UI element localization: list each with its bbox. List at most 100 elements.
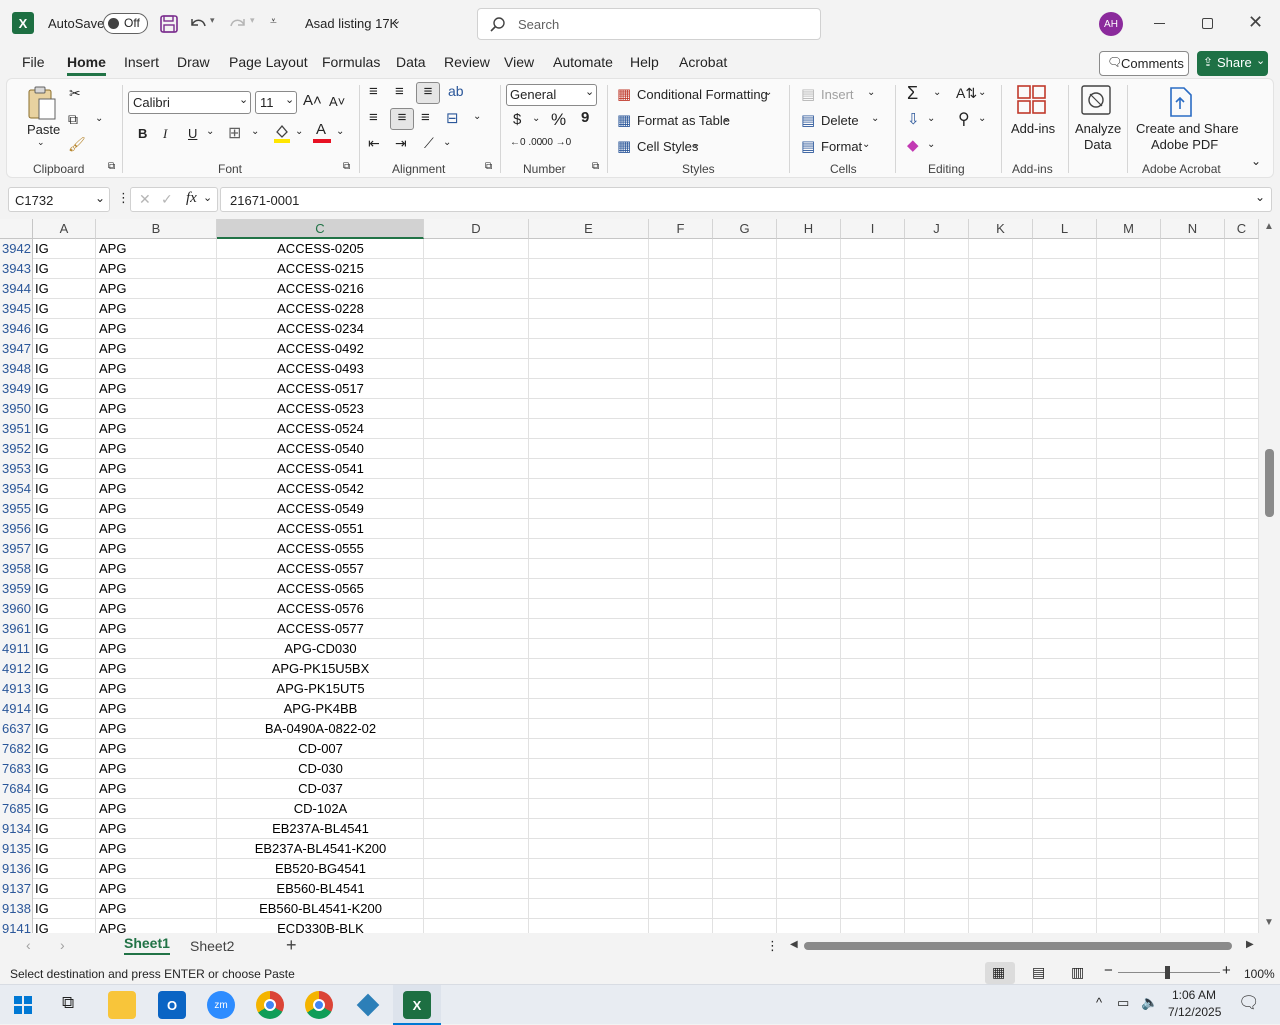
cell-a[interactable]: IG (35, 879, 95, 899)
cell-b[interactable]: APG (99, 699, 215, 719)
column-header[interactable]: H (777, 219, 841, 239)
column-header[interactable]: F (649, 219, 713, 239)
row-number[interactable]: 7684 (0, 779, 33, 799)
cell-styles-button[interactable]: Cell Styles (637, 139, 698, 154)
format-as-table-dropdown-icon[interactable]: ⌄ (722, 113, 730, 124)
cell-styles-dropdown-icon[interactable]: ⌄ (692, 139, 700, 150)
row-number[interactable]: 3956 (0, 519, 33, 539)
cell-b[interactable]: APG (99, 659, 215, 679)
customize-qat-icon[interactable]: ⩡ (270, 14, 277, 29)
text-angle-icon[interactable]: ⟋ (424, 135, 434, 152)
scroll-thumb[interactable] (1265, 449, 1274, 517)
currency-button[interactable]: $ (513, 111, 521, 128)
row-number[interactable]: 3957 (0, 539, 33, 559)
expand-formula-icon[interactable]: ⌄ (1255, 190, 1265, 204)
table-row[interactable]: 3950 IG APG ACCESS-0523 (0, 399, 1258, 419)
cell-c[interactable]: BA-0490A-0822-02 (217, 719, 424, 739)
cell-b[interactable]: APG (99, 519, 215, 539)
cell-b[interactable]: APG (99, 479, 215, 499)
cell-a[interactable]: IG (35, 419, 95, 439)
paste-label[interactable]: Paste (27, 122, 60, 137)
cell-b[interactable]: APG (99, 899, 215, 919)
table-row[interactable]: 9134 IG APG EB237A-BL4541 (0, 819, 1258, 839)
table-row[interactable]: 3948 IG APG ACCESS-0493 (0, 359, 1258, 379)
bold-button[interactable]: B (138, 126, 147, 141)
app-diamond-icon[interactable] (354, 991, 382, 1019)
scroll-up-icon[interactable]: ▲ (1264, 221, 1274, 232)
underline-button[interactable]: U (188, 126, 197, 141)
cell-b[interactable]: APG (99, 759, 215, 779)
table-row[interactable]: 3959 IG APG ACCESS-0565 (0, 579, 1258, 599)
table-row[interactable]: 3947 IG APG ACCESS-0492 (0, 339, 1258, 359)
format-cells-icon[interactable]: ▤ (801, 137, 815, 155)
font-color-dropdown-icon[interactable]: ⌄ (336, 126, 344, 137)
copy-dropdown-icon[interactable]: ⌄ (95, 113, 103, 124)
cell-b[interactable]: APG (99, 879, 215, 899)
cell-b[interactable]: APG (99, 639, 215, 659)
redo-icon[interactable] (228, 15, 248, 33)
clear-dropdown-icon[interactable]: ⌄ (927, 139, 935, 150)
cancel-icon[interactable]: ✕ (139, 191, 151, 208)
find-select-dropdown-icon[interactable]: ⌄ (978, 113, 986, 124)
undo-dropdown-icon[interactable]: ▾ (210, 15, 215, 26)
table-row[interactable]: 3954 IG APG ACCESS-0542 (0, 479, 1258, 499)
cell-c[interactable]: ACCESS-0577 (217, 619, 424, 639)
cell-c[interactable]: CD-037 (217, 779, 424, 799)
column-header[interactable]: B (96, 219, 217, 239)
cell-b[interactable]: APG (99, 579, 215, 599)
row-number[interactable]: 9135 (0, 839, 33, 859)
column-header[interactable]: A (33, 219, 96, 239)
chrome-icon[interactable] (256, 991, 284, 1019)
cell-b[interactable]: APG (99, 539, 215, 559)
chrome-profile-icon[interactable] (305, 991, 333, 1019)
cell-a[interactable]: IG (35, 819, 95, 839)
cell-a[interactable]: IG (35, 699, 95, 719)
table-row[interactable]: 4911 IG APG APG-CD030 (0, 639, 1258, 659)
zoom-app-icon[interactable]: zm (207, 991, 235, 1019)
table-row[interactable]: 3956 IG APG ACCESS-0551 (0, 519, 1258, 539)
cell-b[interactable]: APG (99, 379, 215, 399)
scroll-down-icon[interactable]: ▼ (1264, 917, 1274, 928)
scroll-right-icon[interactable]: ▶ (1246, 939, 1254, 950)
percent-button[interactable]: % (551, 110, 566, 130)
row-number[interactable]: 3961 (0, 619, 33, 639)
cell-a[interactable]: IG (35, 639, 95, 659)
increase-indent-icon[interactable]: ⇥ (395, 135, 407, 152)
cell-c[interactable]: ACCESS-0523 (217, 399, 424, 419)
cell-c[interactable]: ACCESS-0549 (217, 499, 424, 519)
share-button[interactable]: ⇪ Share ⌄ (1197, 51, 1268, 76)
analyze-data-line2[interactable]: Data (1084, 137, 1111, 152)
cell-c[interactable]: APG-PK15U5BX (217, 659, 424, 679)
insert-dropdown-icon[interactable]: ⌄ (867, 87, 875, 98)
table-row[interactable]: 3945 IG APG ACCESS-0228 (0, 299, 1258, 319)
cell-a[interactable]: IG (35, 239, 95, 259)
row-number[interactable]: 3958 (0, 559, 33, 579)
zoom-thumb[interactable] (1165, 966, 1170, 979)
align-bottom-icon[interactable]: ≡ (416, 82, 440, 104)
table-row[interactable]: 3952 IG APG ACCESS-0540 (0, 439, 1258, 459)
cell-c[interactable]: ACCESS-0205 (217, 239, 424, 259)
table-row[interactable]: 6637 IG APG BA-0490A-0822-02 (0, 719, 1258, 739)
undo-icon[interactable] (188, 15, 208, 33)
menu-insert[interactable]: Insert (124, 54, 159, 70)
autosave-toggle[interactable]: Off (103, 13, 148, 34)
network-icon[interactable]: ▭ (1117, 995, 1129, 1011)
cell-styles-icon[interactable]: ▦ (617, 137, 631, 155)
cell-a[interactable]: IG (35, 399, 95, 419)
cell-c[interactable]: ACCESS-0215 (217, 259, 424, 279)
table-row[interactable]: 3955 IG APG ACCESS-0549 (0, 499, 1258, 519)
cell-b[interactable]: APG (99, 359, 215, 379)
cell-a[interactable]: IG (35, 299, 95, 319)
cell-a[interactable]: IG (35, 839, 95, 859)
table-row[interactable]: 3943 IG APG ACCESS-0215 (0, 259, 1258, 279)
autosum-icon[interactable]: Σ (907, 83, 918, 104)
table-row[interactable]: 4914 IG APG APG-PK4BB (0, 699, 1258, 719)
cell-c[interactable]: CD-030 (217, 759, 424, 779)
row-number[interactable]: 4913 (0, 679, 33, 699)
cell-c[interactable]: ACCESS-0551 (217, 519, 424, 539)
row-number[interactable]: 3948 (0, 359, 33, 379)
function-dropdown-icon[interactable]: ⌄ (203, 191, 212, 204)
create-pdf-icon[interactable] (1168, 87, 1194, 117)
cell-b[interactable]: APG (99, 839, 215, 859)
cell-b[interactable]: APG (99, 259, 215, 279)
